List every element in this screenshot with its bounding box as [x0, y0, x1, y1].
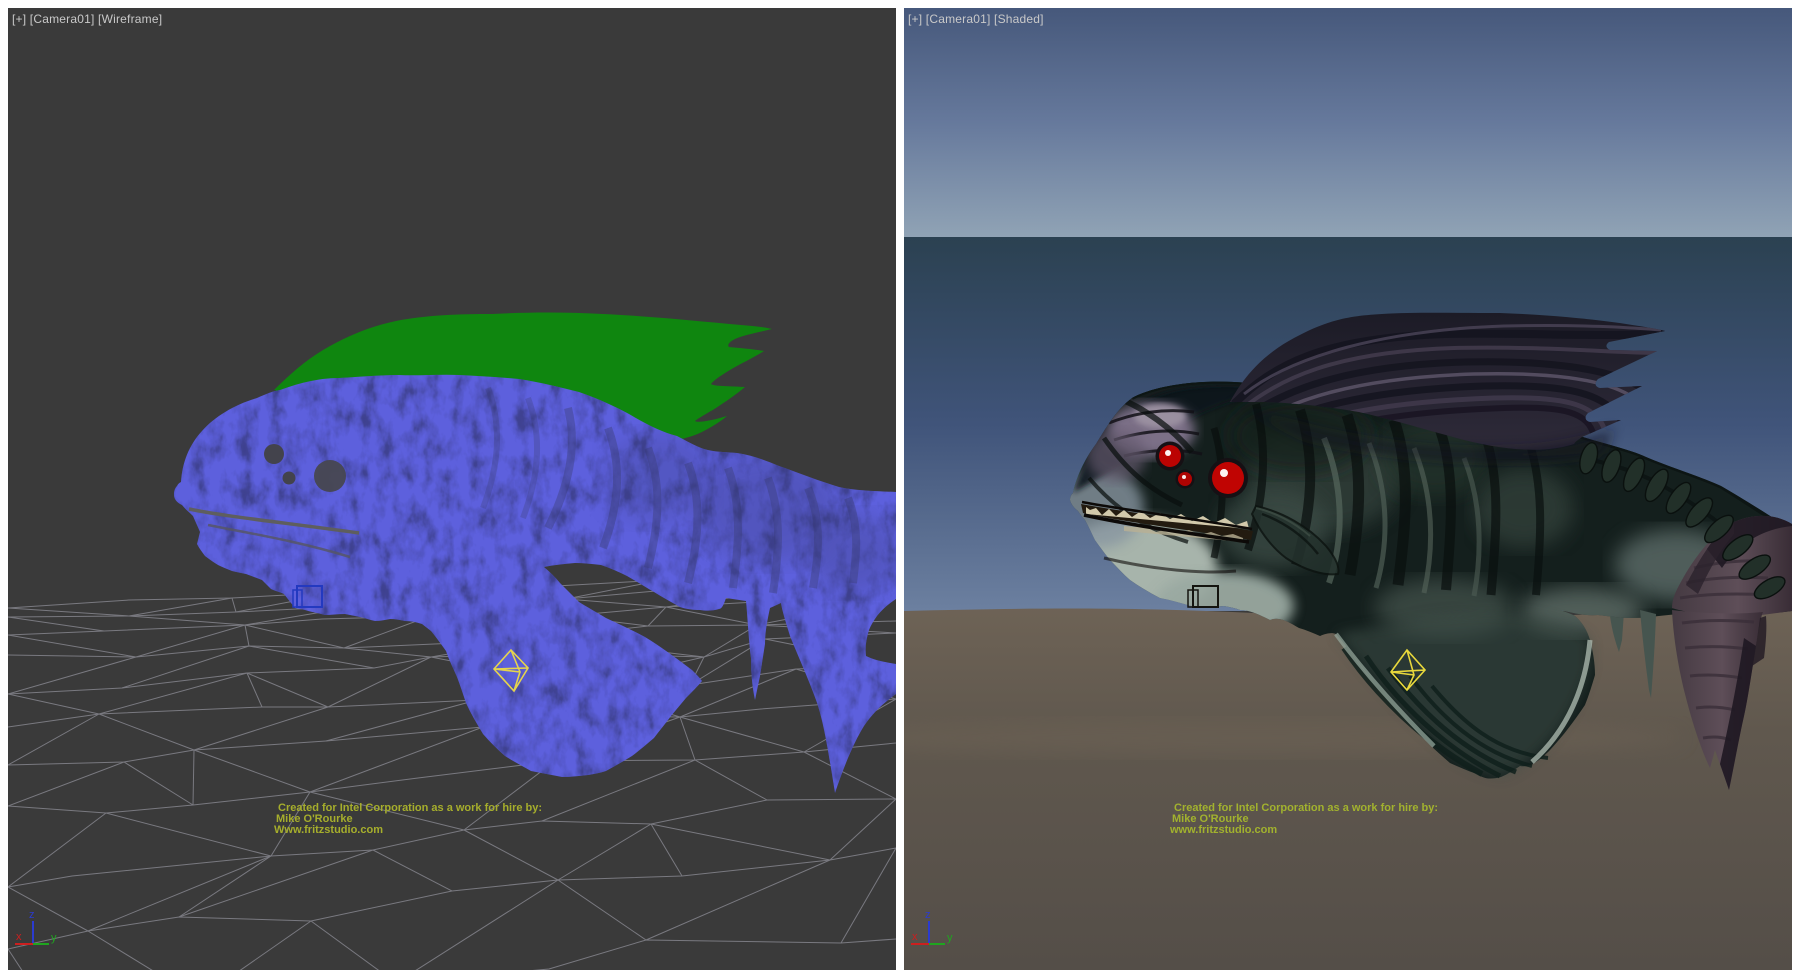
svg-text:z: z: [925, 909, 931, 921]
svg-text:x: x: [912, 931, 918, 943]
svg-text:y: y: [51, 932, 57, 944]
svg-text:www.fritzstudio.com: www.fritzstudio.com: [1169, 824, 1277, 836]
svg-text:z: z: [29, 909, 35, 921]
svg-text:y: y: [947, 932, 953, 944]
svg-text:Www.fritzstudio.com: Www.fritzstudio.com: [274, 824, 383, 836]
svg-text:x: x: [16, 931, 22, 943]
